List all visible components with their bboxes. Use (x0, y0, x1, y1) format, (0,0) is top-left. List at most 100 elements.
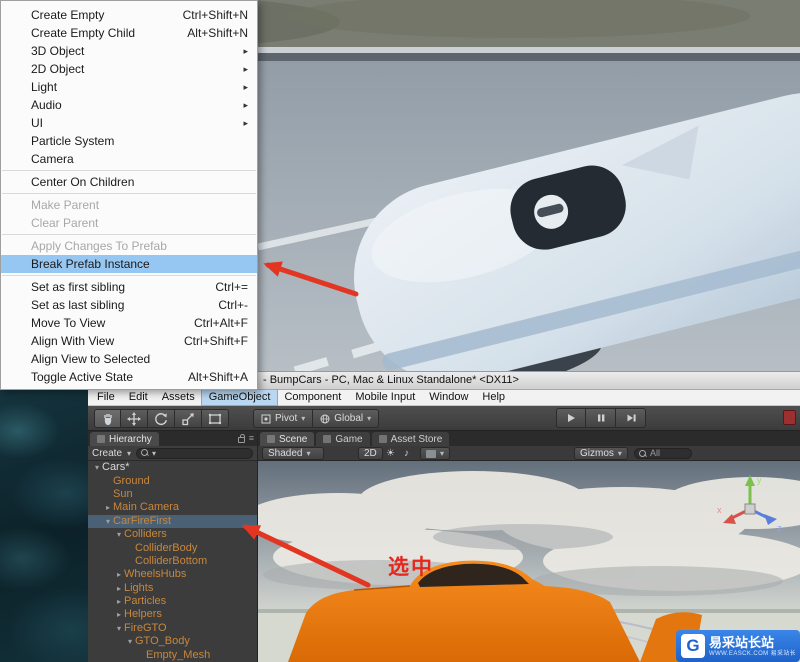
foldout-icon[interactable]: ▸ (103, 501, 113, 514)
menu-item-toggle-active-state[interactable]: Toggle Active State Alt+Shift+A (1, 368, 257, 386)
menu-item-create-empty-child[interactable]: Create Empty Child Alt+Shift+N (1, 24, 257, 42)
scene-orientation-gizmo[interactable]: y x z (714, 469, 786, 541)
menu-item-align-view-to-selected[interactable]: Align View to Selected (1, 350, 257, 368)
menu-item-3d-object[interactable]: 3D Object ▸ (1, 42, 257, 60)
menu-item-apply-changes-to-prefab[interactable]: Apply Changes To Prefab (1, 237, 257, 255)
foldout-icon[interactable]: ▾ (125, 635, 135, 648)
hierarchy-item-ground[interactable]: Ground (88, 474, 257, 487)
caret-down-icon: ▾ (306, 449, 311, 458)
move-tool-button[interactable] (121, 409, 148, 428)
menu-item-move-to-view[interactable]: Move To View Ctrl+Alt+F (1, 314, 257, 332)
hierarchy-item-main-camera[interactable]: ▸ Main Camera (88, 501, 257, 514)
menu-item-ui[interactable]: UI ▸ (1, 114, 257, 132)
hierarchy-item-empty-mesh[interactable]: Empty_Mesh (88, 648, 257, 661)
hierarchy-item-colliderbody[interactable]: ColliderBody (88, 541, 257, 554)
menu-item-center-on-children[interactable]: Center On Children (1, 173, 257, 191)
menu-item-align-with-view[interactable]: Align With View Ctrl+Shift+F (1, 332, 257, 350)
menu-item-2d-object[interactable]: 2D Object ▸ (1, 60, 257, 78)
caret-down-icon: ▾ (617, 449, 622, 458)
hierarchy-item-helpers[interactable]: ▸ Helpers (88, 608, 257, 621)
rect-icon (208, 413, 222, 424)
hierarchy-search-input[interactable]: ▾ (136, 447, 253, 459)
audio-toggle[interactable]: ♪ (404, 447, 409, 460)
foldout-icon[interactable]: ▸ (114, 568, 124, 581)
pause-button[interactable] (586, 408, 616, 428)
foldout-icon[interactable]: ▸ (114, 582, 124, 595)
foldout-icon[interactable]: ▾ (114, 622, 124, 635)
menu-item-label: Align View to Selected (31, 352, 151, 366)
menu-file[interactable]: File (90, 390, 122, 405)
menu-help[interactable]: Help (475, 390, 512, 405)
menu-item-audio[interactable]: Audio ▸ (1, 96, 257, 114)
pause-icon (597, 414, 604, 422)
hierarchy-item-label: Cars* (102, 461, 130, 474)
hand-tool-button[interactable] (94, 409, 121, 428)
tab-asset-store[interactable]: Asset Store (371, 432, 450, 446)
hierarchy-item-wheelshubs[interactable]: ▸ WheelsHubs (88, 568, 257, 581)
menu-item-clear-parent[interactable]: Clear Parent (1, 214, 257, 232)
play-button[interactable] (556, 408, 586, 428)
menu-window[interactable]: Window (422, 390, 475, 405)
sun-icon: ☀ (386, 448, 395, 459)
menu-item-create-empty[interactable]: Create Empty Ctrl+Shift+N (1, 6, 257, 24)
foldout-icon[interactable]: ▾ (92, 461, 102, 474)
effects-dropdown[interactable]: ▾ (420, 447, 451, 460)
menu-item-label: Set as last sibling (31, 298, 125, 312)
lighting-toggle[interactable]: ☀ (386, 447, 395, 460)
tab-scene[interactable]: Scene (260, 432, 315, 446)
menu-item-set-as-first-sibling[interactable]: Set as first sibling Ctrl+= (1, 278, 257, 296)
rect-tool-button[interactable] (202, 409, 229, 428)
z-axis-cone[interactable] (764, 514, 777, 525)
pivot-toggle[interactable]: Pivot ▾ (253, 409, 314, 428)
2d-toggle[interactable]: 2D (358, 447, 383, 460)
foldout-icon[interactable]: ▸ (114, 608, 124, 621)
menu-edit[interactable]: Edit (122, 390, 155, 405)
create-button-label[interactable]: Create (92, 448, 122, 459)
scale-tool-button[interactable] (175, 409, 202, 428)
toolbar-partial-red-button[interactable] (783, 410, 796, 425)
foldout-icon[interactable]: ▾ (114, 528, 124, 541)
tab-game[interactable]: Game (316, 432, 370, 446)
menu-component[interactable]: Component (277, 390, 348, 405)
hand-icon (103, 413, 112, 425)
hierarchy-item-cars[interactable]: ▾ Cars* (88, 461, 257, 474)
hierarchy-item-colliders[interactable]: ▾ Colliders (88, 528, 257, 541)
gizmos-dropdown[interactable]: Gizmos ▾ (574, 447, 628, 460)
tab-hierarchy[interactable]: Hierarchy (90, 432, 159, 446)
menu-item-light[interactable]: Light ▸ (1, 78, 257, 96)
gizmo-center-cube[interactable] (744, 503, 756, 515)
step-button[interactable] (616, 408, 646, 428)
menu-separator (2, 170, 256, 171)
shaded-dropdown[interactable]: Shaded ▾ (262, 447, 324, 460)
menu-item-break-prefab-instance[interactable]: Break Prefab Instance (1, 255, 257, 273)
hierarchy-item-firegto[interactable]: ▾ FireGTO (88, 622, 257, 635)
menu-item-make-parent[interactable]: Make Parent (1, 196, 257, 214)
scene-search-input[interactable]: All (634, 448, 692, 459)
panel-menu-icon[interactable]: ≡ (249, 433, 254, 443)
y-axis-cone[interactable] (745, 475, 755, 486)
move-icon (127, 411, 141, 426)
lock-icon[interactable] (237, 433, 245, 443)
hierarchy-item-colliderbottom[interactable]: ColliderBottom (88, 555, 257, 568)
hierarchy-item-gto-body[interactable]: ▾ GTO_Body (88, 635, 257, 648)
caret-down-icon: ▾ (367, 414, 372, 423)
hierarchy-item-sun[interactable]: Sun (88, 488, 257, 501)
foldout-icon[interactable]: ▾ (103, 515, 113, 528)
menu-item-particle-system[interactable]: Particle System (1, 132, 257, 150)
global-toggle[interactable]: Global ▾ (313, 409, 380, 428)
hierarchy-tab-label: Hierarchy (109, 433, 152, 445)
caret-down-icon[interactable]: ▾ (127, 449, 131, 458)
hierarchy-item-lights[interactable]: ▸ Lights (88, 582, 257, 595)
menu-gameobject[interactable]: GameObject (200, 389, 279, 406)
scene-search-value: All (650, 448, 661, 458)
hierarchy-item-particles[interactable]: ▸ Particles (88, 595, 257, 608)
hierarchy-item-label: ColliderBody (135, 541, 198, 554)
menu-mobile-input[interactable]: Mobile Input (348, 390, 422, 405)
play-icon (568, 414, 575, 422)
rotate-tool-button[interactable] (148, 409, 175, 428)
menu-item-set-as-last-sibling[interactable]: Set as last sibling Ctrl+- (1, 296, 257, 314)
menu-item-camera[interactable]: Camera (1, 150, 257, 168)
menu-assets[interactable]: Assets (155, 390, 202, 405)
foldout-icon[interactable]: ▸ (114, 595, 124, 608)
hierarchy-item-carfirefirst[interactable]: ▾ CarFireFirst (88, 514, 257, 528)
